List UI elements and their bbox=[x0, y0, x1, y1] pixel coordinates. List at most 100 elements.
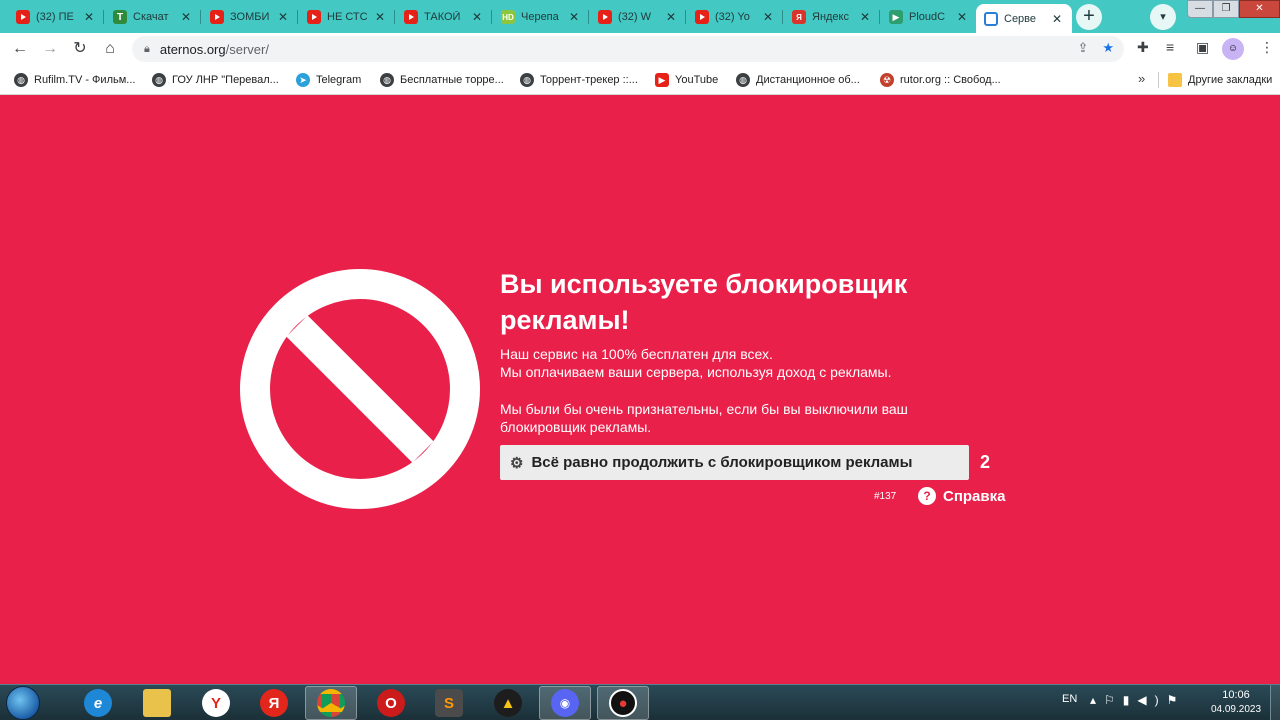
maximize-button[interactable]: ❐ bbox=[1213, 0, 1239, 18]
yandex-browser-icon: Y bbox=[202, 689, 230, 717]
close-tab-icon[interactable]: ✕ bbox=[179, 10, 193, 24]
close-tab-icon[interactable]: ✕ bbox=[664, 10, 678, 24]
error-code: #137 bbox=[874, 491, 897, 502]
more-menu-icon[interactable]: ⋮ bbox=[1260, 39, 1274, 56]
close-tab-icon[interactable]: ✕ bbox=[373, 10, 387, 24]
bookmark-item[interactable]: ◍ Rufilm.TV - Фильм... bbox=[14, 71, 135, 89]
close-tab-icon[interactable]: ✕ bbox=[567, 10, 581, 24]
close-tab-icon[interactable]: ✕ bbox=[858, 10, 872, 24]
side-panel-icon[interactable]: ▣ bbox=[1196, 39, 1209, 56]
bookmark-label: YouTube bbox=[675, 74, 719, 86]
globe-icon: ◍ bbox=[520, 73, 534, 87]
browser-tab[interactable]: T Скачат ✕ bbox=[105, 4, 201, 30]
tab-title: ТАКОЙ bbox=[424, 11, 461, 23]
keyboard-language[interactable]: EN bbox=[1062, 693, 1077, 705]
tab-title: Яндекс bbox=[812, 11, 849, 23]
browser-tab[interactable]: HD Черепа ✕ bbox=[493, 4, 589, 30]
close-tab-icon[interactable]: ✕ bbox=[761, 10, 775, 24]
url-path: /server/ bbox=[225, 41, 269, 57]
reload-icon[interactable]: ↻ bbox=[68, 37, 92, 61]
globe-icon: ◍ bbox=[14, 73, 28, 87]
forward-arrow-icon[interactable]: → bbox=[38, 37, 62, 61]
extensions-puzzle-icon[interactable]: ✚ bbox=[1137, 39, 1149, 56]
globe-icon: ◍ bbox=[736, 73, 750, 87]
bookmark-star-icon[interactable]: ★ bbox=[1102, 40, 1114, 55]
browser-tab[interactable]: НЕ СТС ✕ bbox=[299, 4, 395, 30]
youtube-icon bbox=[210, 10, 224, 24]
taskbar-app-launcher[interactable]: ▲ bbox=[482, 686, 534, 720]
youtube-icon bbox=[16, 10, 30, 24]
tab-search-button[interactable]: ▾ bbox=[1150, 4, 1176, 30]
clock-date[interactable]: 04.09.2023 bbox=[1206, 704, 1266, 715]
browser-tab[interactable]: ЗОМБИ ✕ bbox=[202, 4, 298, 30]
browser-tab[interactable]: (32) W ✕ bbox=[590, 4, 686, 30]
taskbar-app-explorer[interactable] bbox=[131, 686, 183, 720]
record-icon: ● bbox=[609, 689, 637, 717]
bookmarks-overflow-icon[interactable]: » bbox=[1138, 71, 1145, 86]
globe-icon: ◍ bbox=[380, 73, 394, 87]
bookmark-item[interactable]: ◍ Дистанционное об... bbox=[736, 71, 860, 89]
profile-avatar[interactable]: ☺ bbox=[1222, 38, 1244, 60]
close-tab-icon[interactable]: ✕ bbox=[955, 10, 969, 24]
clock-time[interactable]: 10:06 bbox=[1216, 689, 1256, 701]
discord-icon: ◉ bbox=[551, 689, 579, 717]
browser-tab[interactable]: ТАКОЙ ✕ bbox=[396, 4, 492, 30]
title-line: Вы используете блокировщик bbox=[500, 269, 908, 299]
yandex-icon: Я bbox=[792, 10, 806, 24]
tab-title: ЗОМБИ bbox=[230, 11, 270, 23]
taskbar-app-discord[interactable]: ◉ bbox=[539, 686, 591, 720]
show-desktop-button[interactable] bbox=[1270, 685, 1280, 720]
description-line: Мы оплачиваем ваши сервера, используя до… bbox=[500, 364, 892, 380]
system-tray-icons[interactable]: ▴⚐▮◀)⚑ bbox=[1090, 693, 1185, 707]
start-button[interactable] bbox=[6, 686, 40, 720]
bookmark-item[interactable]: ◍ Бесплатные торре... bbox=[380, 71, 504, 89]
bookmark-item[interactable]: ☢ rutor.org :: Свобод... bbox=[880, 71, 1001, 89]
address-bar[interactable]: 🔒︎ aternos.org/server/ ⇪ ★ bbox=[132, 36, 1124, 62]
other-bookmarks-folder[interactable]: Другие закладки bbox=[1168, 71, 1272, 89]
browser-tab[interactable]: (32) Yo ✕ bbox=[687, 4, 783, 30]
home-icon[interactable]: ⌂ bbox=[98, 37, 122, 61]
youtube-icon bbox=[695, 10, 709, 24]
browser-tab-active[interactable]: Серве ✕ bbox=[976, 4, 1072, 33]
close-tab-icon[interactable]: ✕ bbox=[82, 10, 96, 24]
help-link[interactable]: ? Справка bbox=[918, 487, 1005, 505]
telegram-icon: ➤ bbox=[296, 73, 310, 87]
youtube-icon bbox=[307, 10, 321, 24]
tab-title: Черепа bbox=[521, 11, 559, 23]
hd-icon: HD bbox=[501, 10, 515, 24]
continue-with-adblock-button[interactable]: ⚙ Всё равно продолжить с блокировщиком р… bbox=[500, 445, 969, 480]
bookmark-item[interactable]: ➤ Telegram bbox=[296, 71, 361, 89]
folder-icon bbox=[143, 689, 171, 717]
back-arrow-icon[interactable]: ← bbox=[8, 37, 32, 61]
browser-toolbar: ← → ↻ ⌂ 🔒︎ aternos.org/server/ ⇪ ★ ✚ ≡ ▣ … bbox=[0, 33, 1280, 65]
bookmark-item[interactable]: ◍ Торрент-трекер ::... bbox=[520, 71, 638, 89]
taskbar-app-sublime[interactable]: S bbox=[423, 686, 475, 720]
taskbar-app-opera[interactable]: O bbox=[365, 686, 417, 720]
taskbar-app-yandex[interactable]: Я bbox=[248, 686, 300, 720]
taskbar-app-chrome[interactable] bbox=[305, 686, 357, 720]
lock-icon: 🔒︎ bbox=[144, 42, 150, 55]
taskbar-app-recorder[interactable]: ● bbox=[597, 686, 649, 720]
bookmarks-bar: ◍ Rufilm.TV - Фильм... ◍ ГОУ ЛНР "Перевал.… bbox=[0, 65, 1280, 95]
browser-tab[interactable]: (32) ПЕ ✕ bbox=[8, 4, 104, 30]
minimize-button[interactable]: — bbox=[1187, 0, 1213, 18]
youtube-icon bbox=[598, 10, 612, 24]
browser-tab[interactable]: ▶ PloudC ✕ bbox=[881, 4, 977, 30]
browser-tab-strip: (32) ПЕ ✕ T Скачат ✕ ЗОМБИ ✕ НЕ СТС ✕ ТА… bbox=[0, 0, 1280, 33]
close-tab-icon[interactable]: ✕ bbox=[276, 10, 290, 24]
description-line: Наш сервис на 100% бесплатен для всех. bbox=[500, 346, 773, 362]
new-tab-button[interactable]: + bbox=[1076, 4, 1102, 30]
chrome-icon bbox=[317, 689, 345, 717]
reading-list-icon[interactable]: ≡ bbox=[1166, 39, 1174, 55]
taskbar-app-yandex-browser[interactable]: Y bbox=[190, 686, 242, 720]
close-tab-icon[interactable]: ✕ bbox=[1050, 12, 1064, 26]
bookmark-item[interactable]: ◍ ГОУ ЛНР "Перевал... bbox=[152, 71, 279, 89]
share-icon[interactable]: ⇪ bbox=[1077, 40, 1088, 55]
browser-tab[interactable]: Я Яндекс ✕ bbox=[784, 4, 880, 30]
opera-icon: O bbox=[377, 689, 405, 717]
close-tab-icon[interactable]: ✕ bbox=[470, 10, 484, 24]
bookmark-item[interactable]: ▶ YouTube bbox=[655, 71, 718, 89]
taskbar-app-ie[interactable]: e bbox=[72, 686, 124, 720]
tab-title: (32) Yo bbox=[715, 11, 750, 23]
window-close-button[interactable]: ✕ bbox=[1239, 0, 1280, 18]
